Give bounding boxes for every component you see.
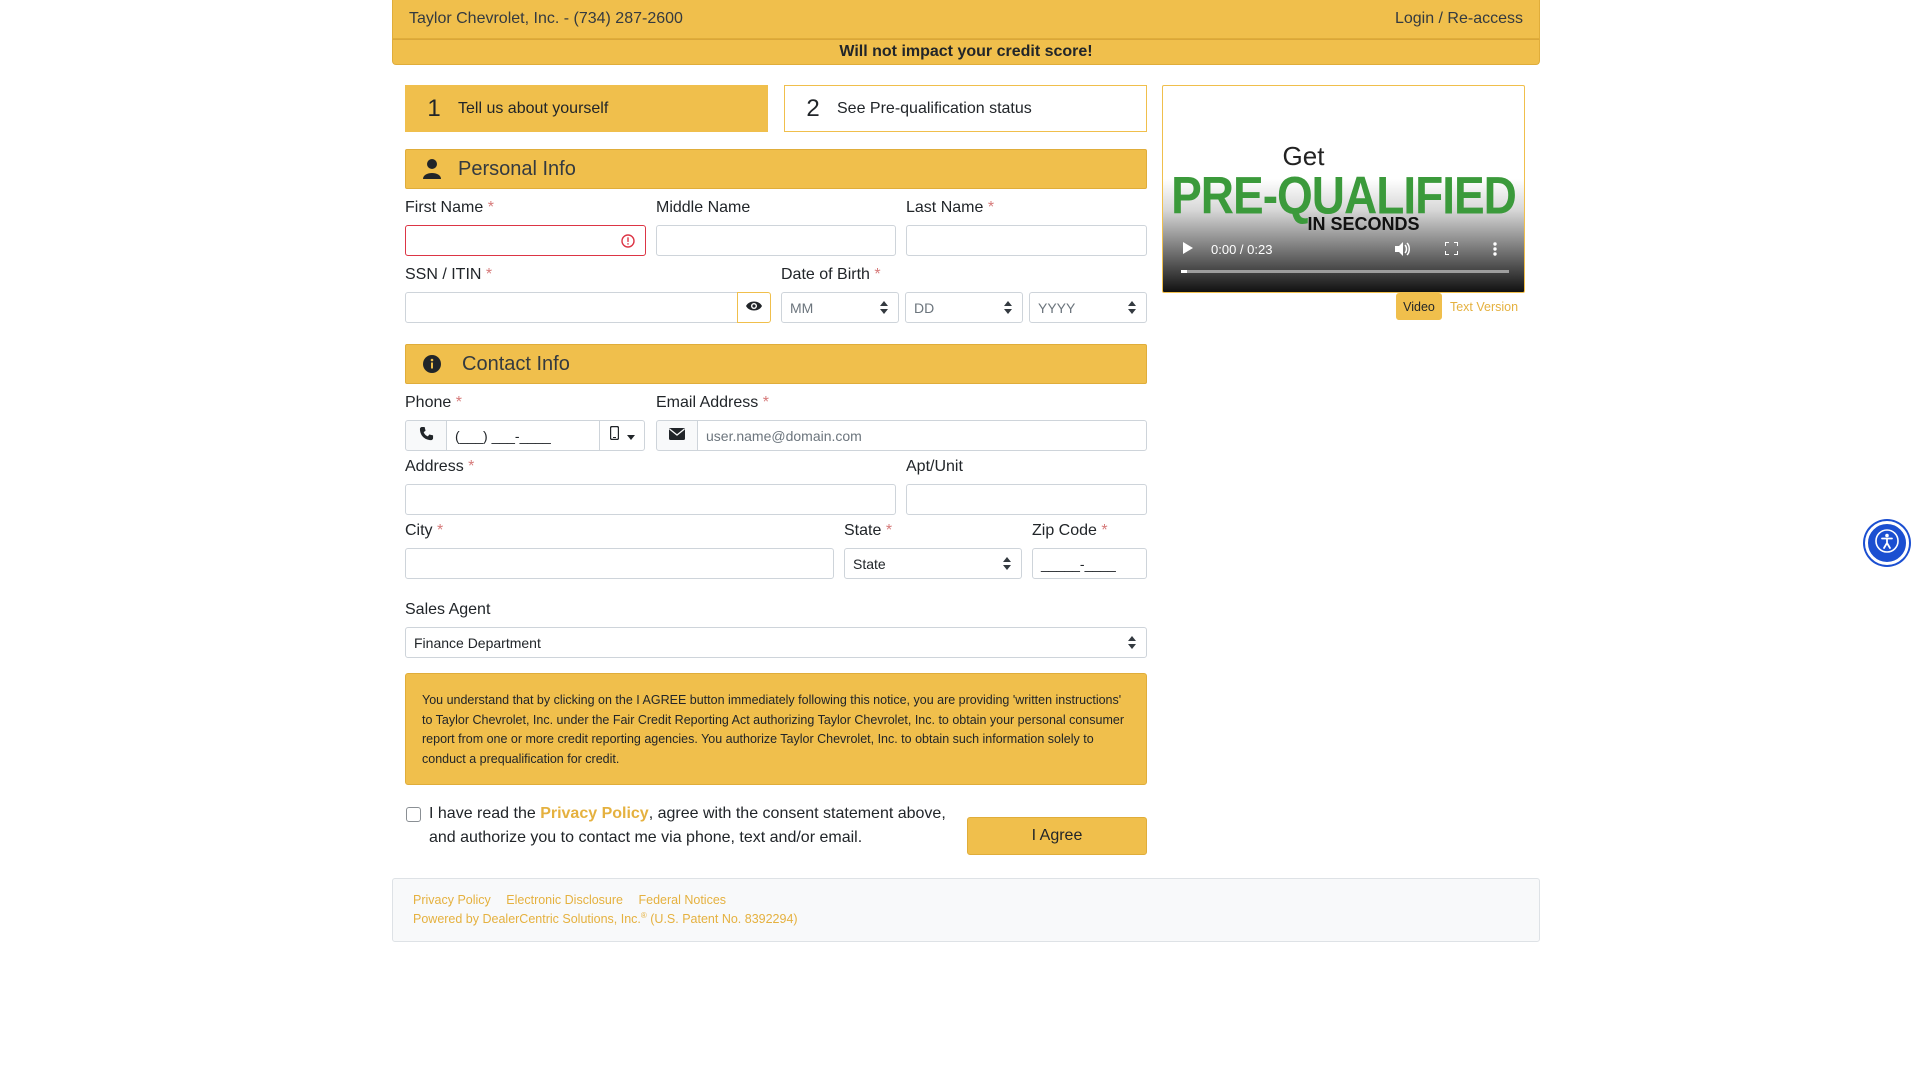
- first-name-label: First Name *: [405, 199, 494, 216]
- email-placeholder: user.name@domain.com: [706, 427, 862, 444]
- city-input[interactable]: [405, 548, 834, 579]
- dealer-header: Taylor Chevrolet, Inc. - (734) 287-2600 …: [392, 0, 1540, 39]
- error-icon: [621, 234, 635, 251]
- ssn-label: SSN / ITIN *: [405, 266, 493, 283]
- accessibility-button[interactable]: [1865, 521, 1909, 565]
- i-agree-button[interactable]: I Agree: [967, 817, 1147, 855]
- info-icon: [406, 355, 458, 373]
- first-name-input[interactable]: [405, 225, 646, 256]
- user-icon: [406, 159, 458, 179]
- envelope-icon: [669, 427, 685, 445]
- personal-info-header: Personal Info: [405, 149, 1147, 189]
- dealer-name: Taylor Chevrolet, Inc. - (734) 287-2600: [409, 10, 683, 27]
- dob-label: Date of Birth *: [781, 266, 881, 283]
- apt-label: Apt/Unit: [906, 458, 963, 475]
- dob-day-value: DD: [914, 299, 935, 316]
- sales-agent-label: Sales Agent: [405, 601, 491, 618]
- footer: Privacy Policy Electronic Disclosure Fed…: [392, 878, 1540, 942]
- video-thumbnail: Get PRE-QUALIFIED IN SECONDS: [1171, 141, 1517, 234]
- mobile-icon: [609, 425, 619, 445]
- email-addon: [656, 420, 698, 451]
- city-label: City *: [405, 522, 444, 539]
- step-1-label: Tell us about yourself: [458, 99, 609, 117]
- zip-input[interactable]: _____-____: [1032, 548, 1147, 579]
- consent-checkbox-label: I have read the Privacy Policy, agree wi…: [429, 805, 946, 846]
- dob-day-select[interactable]: DD: [905, 292, 1023, 323]
- phone-label: Phone *: [405, 394, 462, 411]
- middle-name-input[interactable]: [656, 225, 896, 256]
- consent-statement: You understand that by clicking on the I…: [405, 673, 1147, 785]
- step-2: 2 See Pre-qualification status: [784, 85, 1147, 132]
- accessibility-icon: [1874, 528, 1900, 559]
- footer-privacy-link[interactable]: Privacy Policy: [413, 893, 491, 907]
- powered-by: Powered by DealerCentric Solutions, Inc.…: [413, 911, 798, 927]
- play-icon[interactable]: [1183, 242, 1193, 257]
- ssn-toggle-button[interactable]: [737, 292, 771, 323]
- sales-agent-value: Finance Department: [414, 634, 541, 651]
- zip-mask: _____-____: [1041, 555, 1116, 572]
- tab-video[interactable]: Video: [1396, 293, 1442, 320]
- credit-notice: Will not impact your credit score!: [392, 39, 1540, 65]
- eye-icon: [746, 299, 762, 317]
- zip-label: Zip Code *: [1032, 522, 1108, 539]
- footer-disclosure-link[interactable]: Electronic Disclosure: [506, 893, 623, 907]
- state-value: State: [853, 555, 886, 572]
- phone-type-dropdown[interactable]: [599, 420, 645, 451]
- contact-info-header: Contact Info: [405, 344, 1147, 384]
- video-controls: 0:00 / 0:23: [1163, 232, 1524, 292]
- dob-month-value: MM: [790, 299, 814, 316]
- phone-icon: [419, 426, 434, 446]
- privacy-policy-link[interactable]: Privacy Policy: [540, 805, 649, 822]
- volume-icon[interactable]: [1395, 242, 1411, 259]
- video-progress-bar[interactable]: [1181, 270, 1509, 273]
- sales-agent-select[interactable]: Finance Department: [405, 627, 1147, 658]
- step-2-number: 2: [806, 94, 820, 122]
- ssn-input[interactable]: [405, 292, 738, 323]
- email-input[interactable]: user.name@domain.com: [697, 420, 1147, 451]
- dob-month-select[interactable]: MM: [781, 292, 899, 323]
- dob-year-select[interactable]: YYYY: [1029, 292, 1147, 323]
- dob-year-value: YYYY: [1038, 299, 1076, 316]
- step-1-number: 1: [427, 94, 441, 122]
- address-input[interactable]: [405, 484, 896, 515]
- apt-input[interactable]: [906, 484, 1147, 515]
- chevron-down-icon: [626, 427, 635, 445]
- contact-info-title: Contact Info: [462, 352, 570, 375]
- footer-federal-link[interactable]: Federal Notices: [638, 893, 726, 907]
- video-time: 0:00 / 0:23: [1211, 242, 1273, 257]
- state-select[interactable]: State: [844, 548, 1022, 579]
- step-2-label: See Pre-qualification status: [837, 99, 1032, 117]
- consent-checkbox[interactable]: [406, 807, 421, 822]
- login-link[interactable]: Login / Re-access: [1395, 10, 1523, 28]
- state-label: State *: [844, 522, 893, 539]
- more-options-icon[interactable]: [1493, 242, 1497, 259]
- last-name-input[interactable]: [906, 225, 1147, 256]
- middle-name-label: Middle Name: [656, 199, 751, 216]
- personal-info-title: Personal Info: [458, 157, 576, 180]
- video-progress-fill: [1181, 270, 1187, 273]
- fullscreen-icon[interactable]: [1444, 241, 1459, 258]
- phone-input[interactable]: (___) ___-____: [446, 420, 600, 451]
- last-name-label: Last Name *: [906, 199, 995, 216]
- phone-addon: [405, 420, 447, 451]
- address-label: Address *: [405, 458, 475, 475]
- phone-mask: (___) ___-____: [455, 427, 551, 444]
- tab-text-version[interactable]: Text Version: [1448, 293, 1520, 320]
- email-label: Email Address *: [656, 394, 769, 411]
- video-player[interactable]: Get PRE-QUALIFIED IN SECONDS 0:00 / 0:23: [1162, 85, 1525, 293]
- step-1: 1 Tell us about yourself: [405, 85, 768, 132]
